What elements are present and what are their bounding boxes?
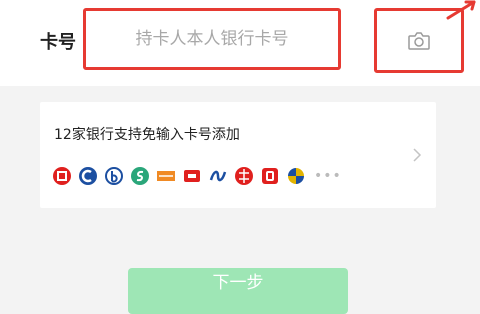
abc-icon xyxy=(208,166,228,186)
bocom-icon xyxy=(286,166,306,186)
bank-logo-list: ••• xyxy=(52,166,342,186)
supported-banks-title: 12家银行支持免输入卡号添加 xyxy=(54,127,240,143)
supported-banks-card[interactable]: 12家银行支持免输入卡号添加 ••• xyxy=(40,102,436,208)
ccb-icon xyxy=(78,166,98,186)
cmbc-icon xyxy=(234,166,254,186)
icbc-icon xyxy=(52,166,72,186)
citic-icon xyxy=(260,166,280,186)
card-number-label: 卡号 xyxy=(40,32,76,53)
boc-icon xyxy=(104,166,124,186)
card-number-input[interactable] xyxy=(83,8,341,70)
card-input-row: 卡号 xyxy=(0,0,480,86)
chevron-right-icon xyxy=(413,148,422,162)
pab-icon xyxy=(156,166,176,186)
annotation-arrow-icon xyxy=(446,0,476,20)
next-step-label: 下一步 xyxy=(212,273,264,293)
spdb-icon xyxy=(182,166,202,186)
more-banks-indicator: ••• xyxy=(314,168,342,184)
minsheng-icon xyxy=(130,166,150,186)
camera-icon xyxy=(408,31,430,50)
next-step-button[interactable]: 下一步 xyxy=(128,268,348,314)
